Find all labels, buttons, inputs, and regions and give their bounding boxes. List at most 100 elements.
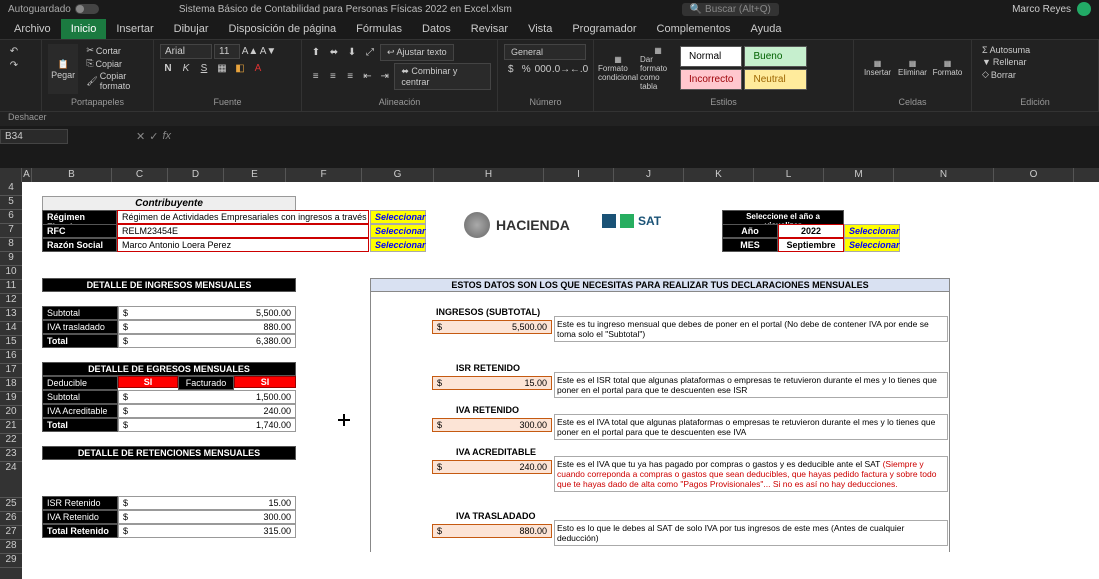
format-table-button[interactable]: ▦Dar formato como tabla bbox=[640, 44, 676, 92]
currency-icon[interactable]: $ bbox=[504, 62, 518, 76]
number-format-selector[interactable]: General bbox=[504, 44, 586, 60]
font-size-selector[interactable] bbox=[214, 44, 240, 59]
name-box[interactable] bbox=[0, 129, 68, 144]
format-painter-button[interactable]: 🖌 Copiar formato bbox=[82, 70, 147, 92]
confirm-formula-icon[interactable]: ✓ bbox=[149, 130, 158, 143]
user-avatar[interactable] bbox=[1077, 2, 1091, 16]
tab-dibujar[interactable]: Dibujar bbox=[164, 19, 219, 39]
egr-iva-label: IVA Acreditable bbox=[42, 404, 118, 418]
search-box[interactable]: 🔍 Buscar (Alt+Q) bbox=[682, 3, 779, 16]
percent-icon[interactable]: % bbox=[520, 62, 534, 76]
style-neutral[interactable]: Neutral bbox=[744, 69, 806, 90]
rfc-value[interactable]: RELM23454E bbox=[117, 224, 369, 238]
merge-button[interactable]: ⬌ Combinar y centrar bbox=[394, 63, 491, 90]
font-color-button[interactable]: A bbox=[250, 61, 266, 75]
seleccionar-ano[interactable]: Seleccionar bbox=[844, 224, 900, 238]
cancel-formula-icon[interactable]: ✕ bbox=[136, 130, 145, 143]
col-L[interactable]: L bbox=[754, 168, 824, 182]
align-bottom-icon[interactable]: ⬇ bbox=[344, 46, 360, 60]
wrap-text-button[interactable]: ↩ Ajustar texto bbox=[380, 44, 454, 61]
clear-button[interactable]: ◇ Borrar bbox=[978, 68, 1092, 81]
col-G[interactable]: G bbox=[362, 168, 434, 182]
cell-styles-gallery[interactable]: Normal Bueno Incorrecto Neutral bbox=[680, 46, 807, 90]
indent-increase-icon[interactable]: ⇥ bbox=[377, 70, 392, 84]
fill-color-button[interactable]: ◧ bbox=[232, 61, 248, 75]
fill-button[interactable]: ▼ Rellenar bbox=[978, 56, 1092, 68]
redo-icon[interactable]: ↷ bbox=[6, 58, 22, 72]
egr-si2[interactable]: SI bbox=[234, 376, 296, 388]
align-middle-icon[interactable]: ⬌ bbox=[326, 46, 342, 60]
italic-button[interactable]: K bbox=[178, 61, 194, 75]
seleccionar-rfc[interactable]: Seleccionar bbox=[370, 224, 426, 238]
col-K[interactable]: K bbox=[684, 168, 754, 182]
style-incorrecto[interactable]: Incorrecto bbox=[680, 69, 742, 90]
col-E[interactable]: E bbox=[224, 168, 286, 182]
cut-button[interactable]: ✂ Cortar bbox=[82, 44, 147, 57]
col-B[interactable]: B bbox=[32, 168, 112, 182]
decrease-font-icon[interactable]: A▼ bbox=[260, 45, 276, 59]
decimal-decrease-icon[interactable]: ←.0 bbox=[571, 62, 587, 76]
col-M[interactable]: M bbox=[824, 168, 894, 182]
razon-value[interactable]: Marco Antonio Loera Perez bbox=[117, 238, 369, 252]
col-J[interactable]: J bbox=[614, 168, 684, 182]
align-right-icon[interactable]: ≡ bbox=[343, 70, 358, 84]
tab-datos[interactable]: Datos bbox=[412, 19, 461, 39]
tab-revisar[interactable]: Revisar bbox=[461, 19, 518, 39]
user-name[interactable]: Marco Reyes bbox=[1012, 4, 1071, 15]
decimal-increase-icon[interactable]: .0→ bbox=[553, 62, 569, 76]
undo-icon[interactable]: ↶ bbox=[6, 44, 22, 58]
col-F[interactable]: F bbox=[286, 168, 362, 182]
tab-formulas[interactable]: Fórmulas bbox=[346, 19, 412, 39]
delete-cells-button[interactable]: ▦Eliminar bbox=[895, 44, 930, 92]
egr-si1[interactable]: SI bbox=[118, 376, 178, 388]
column-headers: A B C D E F G H I J K L M N O bbox=[0, 168, 1099, 182]
indent-decrease-icon[interactable]: ⇤ bbox=[360, 70, 375, 84]
border-button[interactable]: ▦ bbox=[214, 61, 230, 75]
insert-cells-button[interactable]: ▦Insertar bbox=[860, 44, 895, 92]
orientation-icon[interactable]: ⤢ bbox=[362, 46, 378, 60]
col-D[interactable]: D bbox=[168, 168, 224, 182]
increase-font-icon[interactable]: A▲ bbox=[242, 45, 258, 59]
align-top-icon[interactable]: ⬆ bbox=[308, 46, 324, 60]
autosave-toggle[interactable] bbox=[75, 4, 99, 14]
tab-insertar[interactable]: Insertar bbox=[106, 19, 163, 39]
tab-vista[interactable]: Vista bbox=[518, 19, 562, 39]
fx-icon[interactable]: fx bbox=[162, 130, 171, 143]
align-left-icon[interactable]: ≡ bbox=[308, 70, 323, 84]
autosum-button[interactable]: Σ Autosuma bbox=[978, 44, 1092, 56]
ano-value[interactable]: 2022 bbox=[778, 224, 844, 238]
seleccionar-mes[interactable]: Seleccionar bbox=[844, 238, 900, 252]
col-I[interactable]: I bbox=[544, 168, 614, 182]
align-center-icon[interactable]: ≡ bbox=[325, 70, 340, 84]
tab-ayuda[interactable]: Ayuda bbox=[741, 19, 792, 39]
regimen-value[interactable]: Régimen de Actividades Empresariales con… bbox=[117, 210, 369, 224]
bold-button[interactable]: N bbox=[160, 61, 176, 75]
tab-archivo[interactable]: Archivo bbox=[4, 19, 61, 39]
paste-button[interactable]: 📋Pegar bbox=[48, 44, 78, 94]
formula-bar[interactable] bbox=[200, 126, 1099, 168]
style-normal[interactable]: Normal bbox=[680, 46, 742, 67]
seleccionar-regimen[interactable]: Seleccionar bbox=[370, 210, 426, 224]
mes-value[interactable]: Septiembre bbox=[778, 238, 844, 252]
seleccionar-razon[interactable]: Seleccionar bbox=[370, 238, 426, 252]
ret-isr-val: $15.00 bbox=[118, 496, 296, 510]
col-O[interactable]: O bbox=[994, 168, 1074, 182]
tab-complementos[interactable]: Complementos bbox=[647, 19, 741, 39]
col-H[interactable]: H bbox=[434, 168, 544, 182]
underline-button[interactable]: S bbox=[196, 61, 212, 75]
col-A[interactable]: A bbox=[22, 168, 32, 182]
col-N[interactable]: N bbox=[894, 168, 994, 182]
tab-inicio[interactable]: Inicio bbox=[61, 19, 107, 39]
tab-programador[interactable]: Programador bbox=[562, 19, 646, 39]
ret-iva-label: IVA Retenido bbox=[42, 510, 118, 524]
conditional-format-button[interactable]: ▦Formato condicional bbox=[600, 44, 636, 92]
r-ivaa-desc: Este es el IVA que tu ya has pagado por … bbox=[554, 456, 948, 492]
style-bueno[interactable]: Bueno bbox=[744, 46, 806, 67]
font-family-selector[interactable] bbox=[160, 44, 212, 59]
thousands-icon[interactable]: 000 bbox=[535, 62, 551, 76]
spreadsheet-grid[interactable]: A B C D E F G H I J K L M N O 4 5 6 7 8 … bbox=[0, 168, 1099, 579]
tab-disposicion[interactable]: Disposición de página bbox=[219, 19, 347, 39]
copy-button[interactable]: ⎘ Copiar bbox=[82, 57, 147, 70]
col-C[interactable]: C bbox=[112, 168, 168, 182]
format-cells-button[interactable]: ▦Formato bbox=[930, 44, 965, 92]
